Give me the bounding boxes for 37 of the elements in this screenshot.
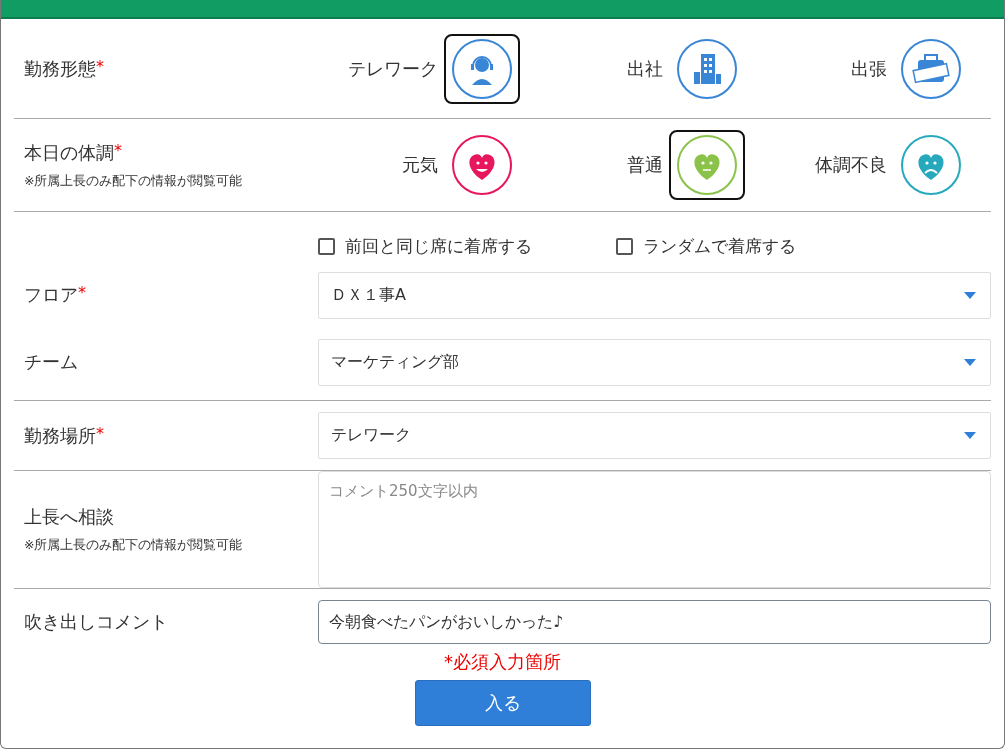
team-select[interactable]: マーケティング部 — [318, 338, 991, 386]
field-label: 吹き出しコメント — [24, 610, 169, 634]
visibility-note: ※所属上長のみ配下の情報が閲覧可能 — [24, 537, 244, 554]
condition-option[interactable] — [668, 130, 745, 200]
caret-icon — [964, 291, 976, 299]
building-icon — [693, 53, 721, 84]
heart-face-icon — [469, 154, 495, 180]
option-label: 体調不良 — [815, 153, 887, 177]
option-label: 出社 — [626, 56, 663, 81]
bubble-comment-field[interactable]: 今朝食べたパンがおいしかった♪ — [318, 600, 991, 644]
field-label: 勤務場所* — [24, 423, 105, 448]
field-label: 上長へ相談 — [24, 505, 115, 529]
heart-face-icon — [918, 154, 944, 180]
submit-button[interactable]: 入る — [414, 680, 591, 726]
bag-ticket-icon — [912, 53, 950, 83]
heart-face-icon — [694, 154, 720, 180]
caret-icon — [964, 358, 976, 366]
field-label: 勤務形態* — [24, 56, 105, 81]
comment-textarea[interactable]: コメント250文字以内 — [318, 471, 991, 588]
field-label: チーム — [24, 350, 79, 374]
option-label: 元気 — [402, 153, 439, 177]
field-label: 本日の体調* — [24, 140, 123, 165]
seat-checkbox[interactable]: ランダムで着席する — [616, 234, 796, 258]
option-label: テレワーク — [348, 56, 439, 81]
visibility-note: ※所属上長のみ配下の情報が閲覧可能 — [24, 172, 244, 190]
headset-person-icon — [471, 55, 494, 85]
floor-select[interactable]: ＤＸ１事A — [318, 271, 991, 319]
caret-icon — [964, 432, 976, 439]
checkbox[interactable] — [616, 237, 633, 255]
field-label: フロア* — [24, 283, 87, 307]
checkbox[interactable] — [318, 237, 335, 255]
option-label: 普通 — [626, 153, 663, 177]
seat-checkbox[interactable]: 前回と同じ席に着席する — [318, 234, 532, 258]
option-label: 出張 — [851, 56, 887, 81]
required-note: *必須入力箇所 — [444, 650, 561, 674]
location-select[interactable]: テレワーク — [318, 412, 991, 459]
work-style-option[interactable] — [444, 33, 521, 104]
